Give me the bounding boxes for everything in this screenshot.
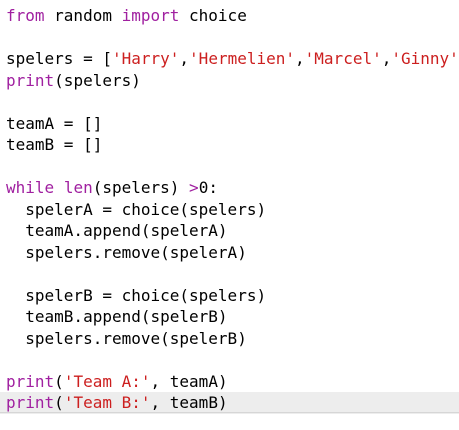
code-text: (spelers) — [54, 70, 141, 90]
code-text: teamB = [] — [6, 135, 103, 154]
code-text: 0: — [198, 178, 218, 197]
code-keyword: print — [6, 393, 55, 412]
code-line[interactable]: teamB = [] — [0, 134, 459, 156]
code-text: spelers = [ — [6, 49, 112, 68]
code-text: spelers.remove(spelerA) — [6, 242, 247, 262]
code-string: 'Harry' — [111, 49, 180, 68]
code-line[interactable] — [0, 263, 459, 285]
code-text: ( — [54, 371, 64, 391]
code-text: , — [381, 49, 392, 68]
code-text: teamA.append(spelerA) — [6, 221, 228, 240]
code-text: , — [295, 49, 305, 68]
code-keyword: > — [189, 178, 199, 197]
code-keyword: while — [6, 178, 55, 197]
code-line[interactable]: teamB.append(spelerB) — [0, 306, 459, 328]
code-line[interactable]: from random import choice — [0, 5, 459, 27]
code-line[interactable]: spelerB = choice(spelers) — [0, 285, 459, 307]
code-line[interactable]: print(spelers) — [0, 70, 459, 92]
code-string: 'Hermelien' — [189, 49, 296, 68]
code-text: spelerB = choice(spelers) — [6, 285, 267, 305]
code-text: choice — [179, 6, 247, 25]
code-line[interactable] — [0, 349, 459, 371]
code-text: spelerA = choice(spelers) — [6, 199, 267, 219]
code-text: teamA = [] — [6, 113, 103, 133]
code-string: 'Marcel' — [304, 49, 382, 68]
code-text: , teamB) — [150, 393, 228, 412]
code-text: spelers.remove(spelerB) — [6, 328, 247, 348]
code-line[interactable]: teamA = [] — [0, 113, 459, 135]
code-text: (spelers) — [92, 178, 190, 197]
code-text: teamB.append(spelerB) — [6, 307, 228, 326]
code-text: random — [44, 6, 122, 25]
code-line[interactable]: spelerA = choice(spelers) — [0, 199, 459, 221]
code-line[interactable]: spelers = ['Harry','Hermelien','Marcel',… — [0, 48, 459, 70]
code-keyword: len — [63, 178, 93, 197]
code-line[interactable]: spelers.remove(spelerA) — [0, 242, 459, 264]
code-text: , teamA) — [150, 371, 228, 391]
code-line[interactable] — [0, 91, 459, 113]
code-line[interactable]: print('Team A:', teamA) — [0, 371, 459, 393]
code-text: , — [179, 49, 190, 68]
code-keyword: from — [6, 6, 45, 25]
code-string: 'Team B:' — [63, 393, 151, 412]
code-keyword: print — [6, 371, 55, 391]
code-line[interactable]: while len(spelers) >0: — [0, 177, 459, 199]
code-line[interactable]: print('Team B:', teamB) — [0, 392, 459, 414]
code-keyword: print — [6, 70, 55, 90]
code-line[interactable] — [0, 156, 459, 178]
code-line[interactable]: teamA.append(spelerA) — [0, 220, 459, 242]
code-string: 'Team A:' — [63, 371, 151, 391]
code-editor[interactable]: from random import choice spelers = ['Har… — [0, 0, 459, 430]
code-line[interactable] — [0, 27, 459, 49]
code-line[interactable]: spelers.remove(spelerB) — [0, 328, 459, 350]
code-keyword: import — [121, 6, 180, 25]
code-text: ( — [54, 393, 64, 412]
code-string: 'Ginny' — [391, 49, 459, 68]
